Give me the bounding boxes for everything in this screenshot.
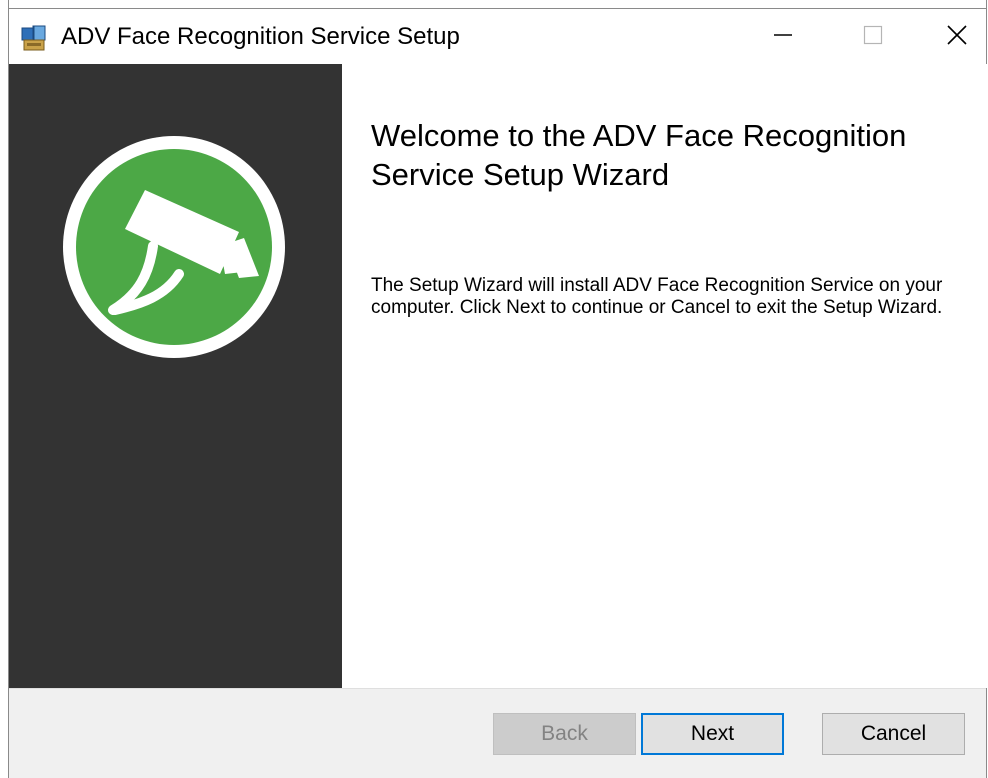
next-button[interactable]: Next — [641, 713, 784, 755]
maximize-button[interactable] — [828, 9, 918, 65]
wizard-banner — [9, 64, 342, 688]
wizard-content: Welcome to the ADV Face Recognition Serv… — [342, 64, 987, 688]
window-title: ADV Face Recognition Service Setup — [61, 23, 460, 50]
welcome-heading: Welcome to the ADV Face Recognition Serv… — [371, 118, 907, 192]
close-icon — [946, 24, 968, 51]
title-bar[interactable]: ADV Face Recognition Service Setup — [9, 8, 986, 65]
cancel-button[interactable]: Cancel — [822, 713, 965, 755]
setup-window: ADV Face Recognition Service Setup Welco… — [8, 0, 987, 778]
minimize-icon — [773, 25, 793, 50]
back-button[interactable]: Back — [493, 713, 636, 755]
minimize-button[interactable] — [738, 9, 828, 65]
close-button[interactable] — [912, 9, 988, 65]
security-camera-icon — [61, 134, 287, 360]
installer-package-icon — [19, 23, 49, 53]
button-bar: Back Next Cancel — [9, 688, 986, 778]
maximize-icon — [863, 25, 883, 50]
welcome-description: The Setup Wizard will install ADV Face R… — [371, 275, 943, 318]
